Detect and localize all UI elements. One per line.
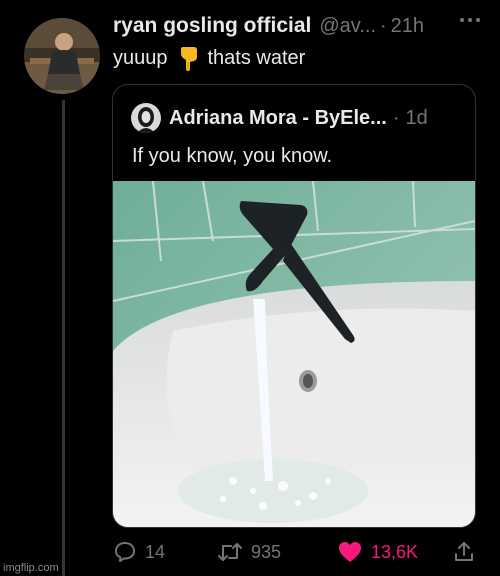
author-handle[interactable]: @av... xyxy=(319,15,376,38)
like-count: 13,6K xyxy=(371,541,419,562)
more-options-icon[interactable] xyxy=(460,18,480,22)
tweet-time[interactable]: 21h xyxy=(391,15,424,38)
retweet-icon xyxy=(218,543,242,561)
tweet-actions: 14 935 13,6K xyxy=(113,538,484,566)
backhand-index-pointing-down-icon xyxy=(176,45,202,71)
author-name[interactable]: ryan gosling official xyxy=(113,14,311,38)
thread-line xyxy=(62,100,65,576)
quoted-author-name[interactable]: Adriana Mora - ByEle... xyxy=(169,107,387,130)
like-button[interactable]: 13,6K xyxy=(337,540,447,564)
tweet-text: yuuup thats water xyxy=(113,45,305,71)
tweet-text-after: thats water xyxy=(207,46,306,69)
separator-dot: · xyxy=(380,15,387,37)
retweet-button[interactable]: 935 xyxy=(217,540,327,564)
author-avatar[interactable] xyxy=(24,18,100,94)
tweet-text-before: yuuup xyxy=(113,46,168,69)
quoted-tweet-image[interactable] xyxy=(113,180,475,527)
quoted-tweet-header: Adriana Mora - ByEle... · 1d xyxy=(131,103,428,133)
quoted-tweet-text: If you know, you know. xyxy=(132,145,333,167)
tweet-header: ryan gosling official @av... · 21h xyxy=(113,14,480,40)
quoted-tweet[interactable]: Adriana Mora - ByEle... · 1d If you know… xyxy=(112,84,476,528)
watermark: imgflip.com xyxy=(3,562,59,574)
quoted-tweet-time[interactable]: 1d xyxy=(406,107,428,130)
retweet-count: 935 xyxy=(251,541,282,562)
heart-icon xyxy=(339,542,361,562)
quoted-author-avatar[interactable] xyxy=(131,103,161,133)
reply-count: 14 xyxy=(145,541,166,562)
quoted-separator-dot: · xyxy=(392,106,400,129)
reply-button[interactable]: 14 xyxy=(113,540,193,564)
share-icon xyxy=(455,542,473,561)
share-button[interactable] xyxy=(453,540,483,564)
reply-icon xyxy=(115,542,135,562)
